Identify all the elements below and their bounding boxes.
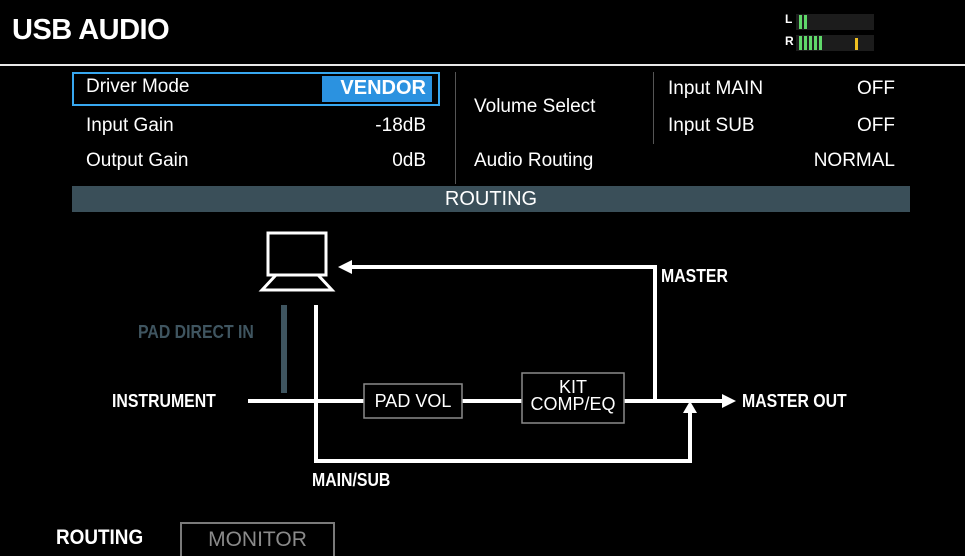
master-out-arrowhead [722,394,736,408]
meter-right-segment [809,36,812,50]
input-gain-value[interactable]: -18dB [322,115,426,137]
master-out-label: MASTER OUT [742,391,847,411]
pad-direct-in-label: PAD DIRECT IN [138,322,254,342]
column-divider [455,72,456,184]
input-sub-value[interactable]: OFF [800,115,895,137]
comp-eq-label: COMP/EQ [530,394,616,414]
tab-monitor-label[interactable]: MONITOR [180,528,335,552]
input-sub-label: Input SUB [668,115,755,136]
meter-left-track [796,14,874,30]
instrument-label: INSTRUMENT [112,391,216,411]
output-gain-label: Output Gain [86,150,189,171]
meter-left-label: L [785,12,793,26]
master-label: MASTER [661,266,728,286]
laptop-icon [258,231,336,292]
meter-right-segment [799,36,802,50]
column-divider [653,72,654,144]
meter-right-segment [814,36,817,50]
level-meter: L R [780,12,876,54]
title-divider [0,64,965,66]
pad-vol-label: PAD VOL [374,391,452,411]
volume-select-label: Volume Select [474,96,596,117]
output-gain-value[interactable]: 0dB [322,150,426,172]
meter-left-segment [799,15,802,29]
driver-mode-value[interactable]: VENDOR [322,77,426,100]
meter-right-label: R [785,34,794,48]
routing-section-heading: ROUTING [444,188,538,210]
audio-routing-value[interactable]: NORMAL [760,150,895,172]
main-sub-label: MAIN/SUB [312,470,391,490]
meter-right-track [796,35,874,51]
input-main-value[interactable]: OFF [800,78,895,100]
meter-peak-hold [855,38,858,50]
meter-right-segment [819,36,822,50]
routing-diagram [248,231,736,463]
page-title: USB AUDIO [12,14,170,46]
input-main-label: Input MAIN [668,78,764,99]
master-arrowhead [338,260,352,274]
audio-routing-label: Audio Routing [474,150,594,171]
pad-direct-in-line [281,305,287,393]
driver-mode-label: Driver Mode [86,76,190,97]
meter-left-segment [804,15,807,29]
meter-right-segment [804,36,807,50]
input-gain-label: Input Gain [86,115,174,136]
tab-routing[interactable]: ROUTING [56,526,143,550]
